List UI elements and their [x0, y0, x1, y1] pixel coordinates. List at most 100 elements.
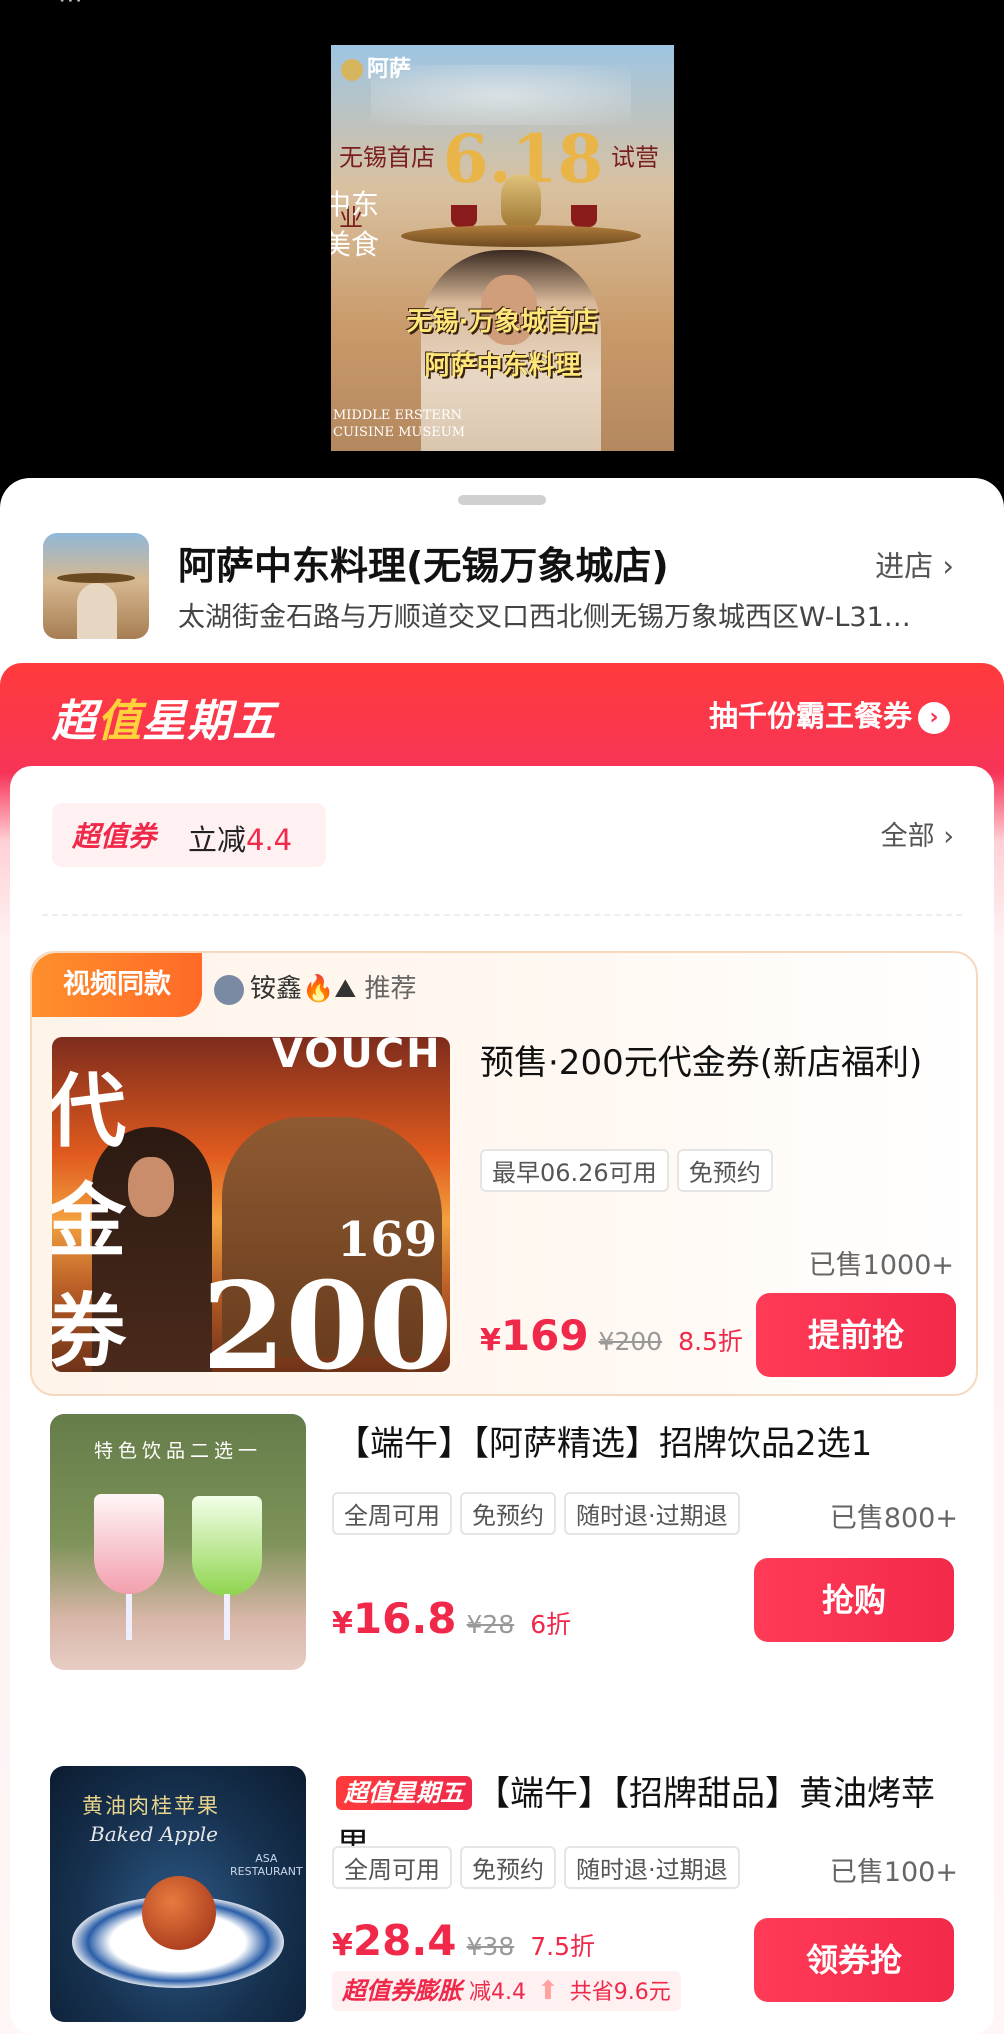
coupon-text-label: 立减 [188, 823, 247, 857]
coupon-amount: 4.4 [246, 823, 293, 857]
chevron-right-icon: › [918, 702, 950, 734]
poster-museum-line-2: CUISINE MUSEUM [333, 425, 466, 440]
deal-tags: 最早06.26可用 免预约 [480, 1149, 773, 1192]
voucher-image[interactable]: VOUCH 代金券 169 200 [52, 1037, 450, 1372]
coupon-expand-reduce: 减4.4 [469, 1980, 526, 2005]
deal-title[interactable]: 【端午】【阿萨精选】招牌饮品2选1 [336, 1418, 956, 1470]
poster-brand-text: 阿萨 [367, 57, 412, 82]
store-name: 阿萨中东料理(无锡万象城店) [178, 544, 669, 588]
face-graphic [128, 1157, 174, 1217]
divider [42, 914, 962, 916]
poster-brand-logo: 阿萨 [341, 51, 411, 83]
coupon-expand-save: 共省9.6元 [569, 1980, 671, 2005]
promo-title: 超值星期五 [52, 685, 277, 749]
recommender[interactable]: 铵鑫🔥⛰ 推荐 [214, 968, 417, 1005]
sheet-drag-handle[interactable] [458, 495, 546, 505]
tray-graphic [401, 225, 641, 247]
mountain-icon: ⛰ [334, 974, 357, 1004]
deal-tag: 随时退·过期退 [564, 1492, 740, 1535]
coupon-expand-label: 超值券膨胀 [342, 1977, 462, 2005]
sold-count: 已售1000+ [808, 1250, 954, 1281]
original-price: ¥200 [598, 1327, 663, 1356]
voucher-image-vouch-text: VOUCH [272, 1037, 442, 1077]
deal-tag: 免预约 [460, 1492, 556, 1535]
status-bar: ··· [0, 0, 1004, 20]
cup-graphic [571, 205, 597, 227]
sold-count: 已售800+ [829, 1503, 958, 1534]
deals-list: 超值券 立减4.4 全部 › 视频同款 铵鑫🔥⛰ 推荐 VOUCH 代金券 16… [10, 766, 994, 2034]
price-currency: ¥ [480, 1323, 501, 1358]
claim-coupon-buy-button[interactable]: 领券抢 [754, 1918, 954, 2002]
poster-caption-2: 阿萨中东料理 [424, 351, 581, 381]
enter-store-link[interactable]: 进店 › [875, 543, 954, 585]
lottery-link[interactable]: 抽千份霸王餐券 › [709, 693, 950, 735]
drink-image[interactable]: 特色饮品二选一 [50, 1414, 306, 1670]
pink-drink-graphic [94, 1494, 164, 1594]
apple-image-caption-en: Baked Apple [90, 1822, 219, 1846]
poster-side-text: 中东 美食 [331, 188, 380, 261]
coupon-expand-tag[interactable]: 超值券膨胀 减4.4 ⬆ 共省9.6元 [332, 1971, 681, 2011]
promo-panel: 超值星期五 抽千份霸王餐券 › 超值券 立减4.4 全部 › 视频同款 铵鑫🔥⛰ … [0, 663, 1004, 2034]
coupon-pill[interactable]: 超值券 立减4.4 [52, 803, 326, 867]
apple-image-restaurant-text: ASA RESTAURANT [230, 1852, 303, 1878]
deal-tag: 免预约 [460, 1846, 556, 1889]
poster-museum-line-1: MIDDLE ERSTERN [333, 408, 463, 423]
price-currency: ¥ [332, 1606, 353, 1641]
apple-graphic [142, 1876, 216, 1950]
apple-image-caption: 黄油肉桂苹果 [82, 1794, 220, 1818]
status-time: ··· [58, 0, 83, 16]
voucher-image-vertical-text: 代金券 [52, 1065, 126, 1372]
glass-stem-graphic [126, 1594, 132, 1640]
discount: 8.5折 [678, 1327, 743, 1356]
glass-stem-graphic [224, 1594, 230, 1640]
featured-deal-card[interactable]: 视频同款 铵鑫🔥⛰ 推荐 VOUCH 代金券 169 200 预售·200元代金… [30, 951, 978, 1396]
deal-tag: 免预约 [676, 1149, 773, 1192]
poster-caption-1: 无锡·万象城首店 [406, 307, 599, 337]
baked-apple-image[interactable]: 黄油肉桂苹果 Baked Apple ASA RESTAURANT [50, 1766, 306, 2022]
store-address: 太湖街金石路与万顺道交叉口西北侧无锡万象城西区W-L31… [178, 602, 911, 633]
coupon-tag: 超值券 [72, 820, 157, 853]
coupon-text: 立减4.4 [188, 817, 292, 859]
fire-icon: 🔥 [302, 974, 335, 1004]
super-friday-badge: 超值星期五 [336, 1776, 472, 1810]
video-same-tag: 视频同款 [32, 953, 202, 1017]
price-block: ¥28.4 ¥38 7.5折 [332, 1916, 595, 1965]
deal-tags: 全周可用 免预约 随时退·过期退 [332, 1492, 740, 1535]
poster-museum-text: MIDDLE ERSTERN CUISINE MUSEUM [333, 407, 465, 441]
all-deals-link[interactable]: 全部 › [881, 814, 954, 853]
brand-logo-icon [341, 59, 363, 81]
discount: 7.5折 [530, 1932, 595, 1961]
bottom-sheet: 阿萨中东料理(无锡万象城店) 太湖街金石路与万顺道交叉口西北侧无锡万象城西区W-… [0, 478, 1004, 2034]
promo-title-bolt: 值 [97, 696, 142, 747]
store-thumbnail[interactable] [43, 533, 149, 639]
store-header[interactable]: 阿萨中东料理(无锡万象城店) 太湖街金石路与万顺道交叉口西北侧无锡万象城西区W-… [0, 533, 1004, 643]
original-price: ¥28 [466, 1610, 515, 1639]
arrow-up-icon: ⬆ [537, 1976, 559, 2006]
drink-image-caption: 特色饮品二选一 [93, 1440, 262, 1462]
deal-tag: 全周可用 [332, 1492, 452, 1535]
recommend-label: 推荐 [364, 974, 417, 1004]
recommender-name: 铵鑫 [250, 974, 303, 1004]
thumb-tray-graphic [57, 573, 135, 583]
store-poster-image[interactable]: 阿萨 无锡首店 6.18 试营业 中东 美食 无锡·万象城首店 阿萨中东料理 M… [331, 45, 674, 451]
deal-tags: 全周可用 免预约 随时退·过期退 [332, 1846, 740, 1889]
buy-early-button[interactable]: 提前抢 [756, 1293, 956, 1377]
poster-opening-prefix: 无锡首店 [339, 143, 435, 172]
cup-graphic [451, 205, 477, 227]
avatar [214, 974, 244, 1005]
voucher-image-big-number: 200 [202, 1256, 450, 1373]
price-block: ¥16.8 ¥28 6折 [332, 1594, 571, 1643]
deal-tag: 随时退·过期退 [564, 1846, 740, 1889]
discount: 6折 [530, 1610, 572, 1639]
deal-title: 预售·200元代金券(新店福利) [480, 1043, 923, 1083]
promo-title-right: 星期五 [142, 696, 277, 747]
price-block: ¥169 ¥200 8.5折 [480, 1311, 743, 1360]
green-drink-graphic [192, 1496, 262, 1596]
promo-title-left: 超 [52, 696, 97, 747]
price-currency: ¥ [332, 1928, 353, 1963]
price-value: 169 [500, 1311, 589, 1360]
thumb-figure-graphic [77, 583, 117, 639]
lottery-label: 抽千份霸王餐券 [708, 699, 912, 733]
status-icons [644, 0, 944, 6]
buy-button[interactable]: 抢购 [754, 1558, 954, 1642]
